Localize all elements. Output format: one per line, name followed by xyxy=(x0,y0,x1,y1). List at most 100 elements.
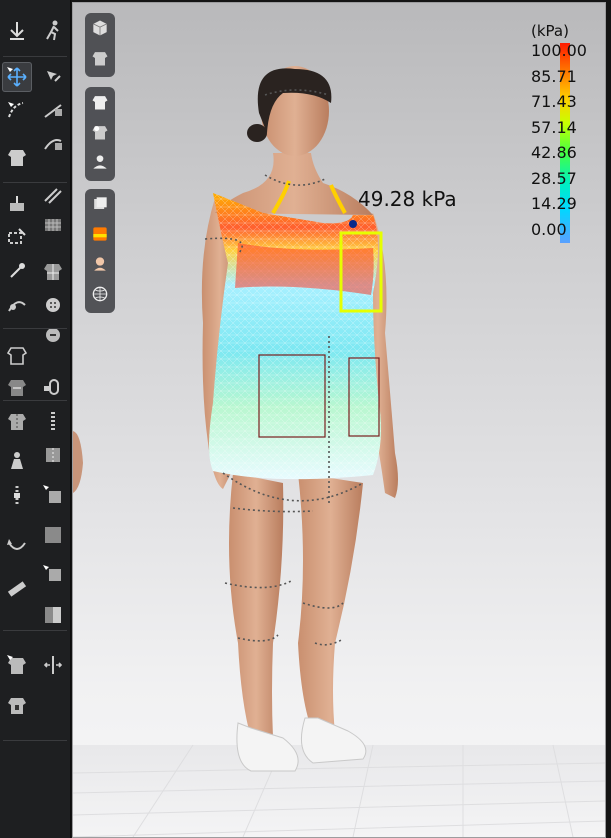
fabric-grid-tool[interactable] xyxy=(38,256,68,286)
globe-icon xyxy=(92,286,108,302)
render-toolbar-group xyxy=(85,189,115,313)
avatar-display-icon xyxy=(93,155,107,169)
garment-select-tool[interactable] xyxy=(2,142,32,172)
legend-tick-label: 0.00 xyxy=(531,219,567,239)
shirt-select-tool[interactable] xyxy=(2,650,32,680)
shirt-stitch-tool[interactable] xyxy=(2,406,32,436)
arrange-down-icon xyxy=(10,22,24,40)
shirt-tag-tool[interactable] xyxy=(2,690,32,720)
fabric-grid-icon xyxy=(44,264,62,280)
cube-view-icon xyxy=(93,20,107,36)
width-adjust-tool[interactable] xyxy=(38,650,68,680)
button-tool[interactable] xyxy=(38,290,68,320)
legend-tick-label: 100.00 xyxy=(531,41,587,60)
zipper-pull-tool[interactable] xyxy=(38,406,68,436)
stress-probe-marker[interactable] xyxy=(349,220,357,228)
ruler-tool[interactable] xyxy=(2,574,32,604)
skin-display-icon xyxy=(94,257,106,271)
panel-tool[interactable] xyxy=(38,520,68,550)
partial-avatar xyxy=(73,431,83,493)
legend-unit: (kPa) xyxy=(531,22,569,40)
select-move-tool[interactable] xyxy=(38,62,68,92)
layer-icon xyxy=(45,607,61,623)
zipper-tool[interactable] xyxy=(2,480,32,510)
pin-tool[interactable] xyxy=(2,256,32,286)
select-move-icon xyxy=(47,71,61,82)
shirt-display-icon xyxy=(92,96,108,110)
panel-icon xyxy=(45,527,61,543)
walk-tool[interactable] xyxy=(38,16,68,46)
legend-tick-label: 42.86 xyxy=(531,143,577,162)
fold-icon xyxy=(43,565,61,581)
legend-tick-label: 28.57 xyxy=(531,168,577,188)
buttonhole-lock-icon xyxy=(44,379,59,395)
transform-pattern-tool[interactable] xyxy=(2,62,32,92)
tack-tool[interactable] xyxy=(2,190,32,220)
shirt-stitch-icon xyxy=(8,414,26,430)
sew-free-tool[interactable] xyxy=(38,128,68,158)
button-hole-tool[interactable] xyxy=(38,320,68,350)
graphic-icon xyxy=(43,485,61,503)
fold-tool[interactable] xyxy=(38,560,68,590)
puckering-tool[interactable] xyxy=(38,440,68,470)
stress-map-button[interactable] xyxy=(85,219,115,249)
sew-free-icon xyxy=(44,139,62,150)
3d-viewport[interactable]: (kPa) 100.00 85.71 71.43 57.14 42.86 28.57 14.… xyxy=(72,2,606,838)
fold-arrangement-tool[interactable] xyxy=(2,96,32,126)
layers-display-icon xyxy=(94,197,107,209)
avatar-scene xyxy=(73,66,605,837)
avatar-body xyxy=(215,66,373,215)
avatar-pose-tool[interactable] xyxy=(2,446,32,476)
shirt-select-icon xyxy=(7,655,26,674)
edit-pattern-tool[interactable] xyxy=(2,222,32,252)
view-toolbar-group xyxy=(85,13,115,77)
toolbar-separator xyxy=(3,740,67,741)
toolbar-separator xyxy=(3,400,67,401)
arrange-down-tool[interactable] xyxy=(2,16,32,46)
stress-readout: 49.28 kPa xyxy=(358,187,457,211)
pin-icon xyxy=(10,263,25,278)
tack-icon xyxy=(10,196,24,211)
measure-tool[interactable] xyxy=(2,290,32,320)
shirt-tag-icon xyxy=(8,698,26,714)
zipper-icon xyxy=(14,486,20,504)
toolbar-separator xyxy=(3,328,67,329)
layer-tool[interactable] xyxy=(38,600,68,630)
display-toolbar-group xyxy=(85,87,115,181)
layers-display-button[interactable] xyxy=(85,189,115,219)
legend-tick-label: 85.71 xyxy=(531,66,577,86)
graphic-tool[interactable] xyxy=(38,480,68,510)
texture-display-icon xyxy=(92,126,108,140)
texture-pattern-icon xyxy=(45,219,61,231)
avatar-pose-icon xyxy=(11,452,23,469)
garment-view-button[interactable] xyxy=(85,43,115,73)
avatar-legs xyxy=(229,473,367,772)
ruler-icon xyxy=(7,581,27,597)
legend-tick-label: 57.14 xyxy=(531,117,577,137)
texture-display-button[interactable] xyxy=(85,117,115,147)
bend-icon xyxy=(7,539,26,550)
edit-pattern-icon xyxy=(8,228,26,244)
buttonhole-lock-tool[interactable] xyxy=(38,372,68,402)
main-toolbar xyxy=(0,0,71,838)
shirt-outline-tool[interactable] xyxy=(2,340,32,370)
zipper-pull-icon xyxy=(51,412,55,430)
toolbar-separator xyxy=(3,630,67,631)
bend-tool[interactable] xyxy=(2,532,32,562)
sew-multi-icon xyxy=(44,188,62,204)
shirt-display-button[interactable] xyxy=(85,87,115,117)
texture-pattern-tool[interactable] xyxy=(38,210,68,240)
shirt-pattern-tool[interactable] xyxy=(2,372,32,402)
sew-segment-tool[interactable] xyxy=(38,96,68,126)
toolbar-separator xyxy=(3,56,67,57)
cube-view-button[interactable] xyxy=(85,13,115,43)
garment-select-icon xyxy=(8,150,26,166)
avatar-display-button[interactable] xyxy=(85,147,115,177)
shirt-outline-icon xyxy=(6,347,28,365)
sew-segment-icon xyxy=(44,104,62,118)
skin-display-button[interactable] xyxy=(85,249,115,279)
legend-tick-label: 14.29 xyxy=(531,194,577,213)
sew-multi-tool[interactable] xyxy=(38,180,68,210)
button-icon xyxy=(46,298,60,312)
globe-button[interactable] xyxy=(85,279,115,309)
